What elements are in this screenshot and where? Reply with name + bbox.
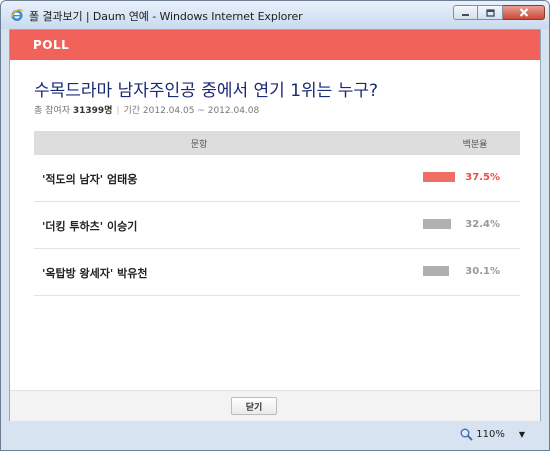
results-table: 문항 백분율 '적도의 남자' 엄태웅 37.5% '더킹 투하츠' 이승기 3…	[34, 131, 520, 296]
poll-header: POLL	[10, 30, 540, 60]
option-label: '옥탑방 왕세자' 박유천	[42, 267, 148, 280]
poll-meta: 총 참여자 31399명 | 기간 2012.04.05 ~ 2012.04.08	[34, 103, 259, 116]
result-percent: 37.5%	[465, 172, 500, 183]
result-bar	[423, 172, 456, 182]
option-label: '더킹 투하츠' 이승기	[42, 220, 138, 233]
meta-divider: |	[116, 106, 120, 116]
window-controls	[453, 5, 545, 21]
poll-content: POLL 수목드라마 남자주인공 중에서 연기 1위는 누구? 총 참여자 31…	[9, 29, 541, 421]
result-percent: 30.1%	[465, 266, 500, 277]
maximize-icon	[485, 8, 495, 17]
result-percent: 32.4%	[465, 219, 500, 230]
maximize-button[interactable]	[478, 5, 503, 20]
poll-logo: POLL	[33, 38, 70, 52]
column-header-item: 문항	[190, 140, 208, 150]
zoom-level: 110%	[476, 429, 505, 440]
poll-period: 기간 2012.04.05 ~ 2012.04.08	[123, 106, 260, 116]
zoom-control[interactable]: 110% ▼	[460, 428, 525, 441]
column-header-percent: 백분율	[462, 140, 488, 150]
chevron-down-icon[interactable]: ▼	[519, 430, 525, 439]
result-bar	[423, 266, 449, 276]
minimize-icon	[462, 13, 469, 16]
window-title: 폴 결과보기 | Daum 연예 - Windows Internet Expl…	[29, 10, 303, 23]
option-label: '적도의 남자' 엄태웅	[42, 173, 138, 186]
table-row: '옥탑방 왕세자' 박유천 30.1%	[34, 249, 520, 296]
browser-window: 폴 결과보기 | Daum 연예 - Windows Internet Expl…	[0, 0, 550, 451]
status-bar: 110% ▼	[9, 423, 541, 445]
table-row: '더킹 투하츠' 이승기 32.4%	[34, 202, 520, 249]
title-bar[interactable]: 폴 결과보기 | Daum 연예 - Windows Internet Expl…	[1, 1, 549, 29]
table-header: 문항 백분율	[34, 131, 520, 155]
close-window-button[interactable]	[503, 5, 545, 20]
table-row: '적도의 남자' 엄태웅 37.5%	[34, 155, 520, 202]
zoom-icon	[460, 428, 473, 441]
ie-icon	[10, 8, 24, 21]
participants-count: 31399명	[72, 106, 113, 116]
close-icon	[519, 8, 528, 17]
close-button[interactable]: 닫기	[231, 397, 277, 415]
poll-question: 수목드라마 남자주인공 중에서 연기 1위는 누구?	[34, 81, 379, 101]
result-bar	[423, 219, 451, 229]
minimize-button[interactable]	[453, 5, 478, 20]
poll-footer: 닫기	[10, 390, 540, 421]
participants-label: 총 참여자	[34, 106, 70, 116]
